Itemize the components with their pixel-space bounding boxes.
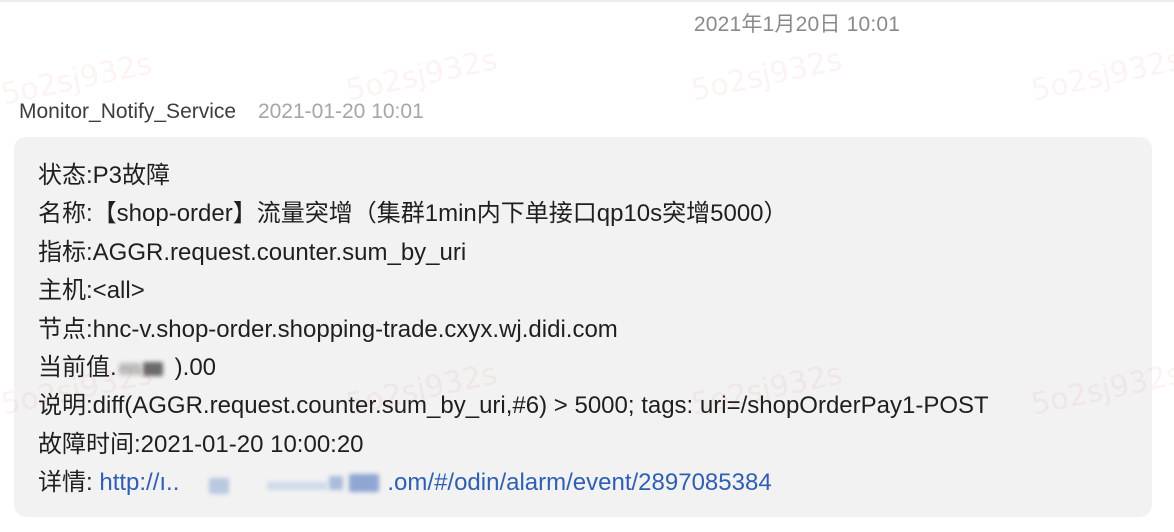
description-line: 说明:diff(AGGR.request.counter.sum_by_uri,… [38,387,1152,425]
detail-line: 详情: http://ı.. .om/#/odin/alarm/event/289… [38,464,1152,502]
node-line: 节点:hnc-v.shop-order.shopping-trade.cxyx.… [38,311,1152,349]
current-value-label: 当前值. [38,354,117,382]
node-value: hnc-v.shop-order.shopping-trade.cxyx.wj.… [92,315,618,343]
detail-link-end[interactable]: .om/#/odin/alarm/event/2897085384 [387,469,771,496]
fault-time-line: 故障时间:2021-01-20 10:00:20 [38,426,1152,464]
description-value: diff(AGGR.request.counter.sum_by_uri,#6)… [92,392,989,420]
sender-row: Monitor_Notify_Service 2021-01-20 10:01 [19,100,424,124]
top-divider [0,0,1174,2]
host-line: 主机:<all> [38,272,1152,310]
detail-link-start[interactable]: http://ı.. [99,469,179,496]
redacted-link-blur [179,472,387,496]
node-label: 节点: [38,315,93,343]
date-header: 2021年1月20日 10:01 [693,13,901,36]
name-line: 名称:【shop-order】流量突增（集群1min内下单接口qp10s突增50… [38,195,1152,233]
status-value: P3故障 [92,162,171,189]
host-label: 主机: [38,277,93,305]
description-label: 说明: [38,392,93,420]
metric-line: 指标:AGGR.request.counter.sum_by_uri [38,234,1152,272]
host-value: <all> [92,277,145,305]
current-value-visible: ).00 [174,354,217,382]
metric-value: AGGR.request.counter.sum_by_uri [92,238,467,266]
status-label: 状态: [38,162,93,189]
message-bubble[interactable]: 状态:P3故障 名称:【shop-order】流量突增（集群1min内下单接口q… [14,137,1152,517]
watermark: 5o2sj932s [688,42,846,109]
status-line: 状态:P3故障 [38,157,1152,195]
sender-name[interactable]: Monitor_Notify_Service [19,100,236,123]
message-timestamp: 2021-01-20 10:01 [257,100,424,123]
name-label: 名称: [38,200,93,228]
watermark: 5o2sj932s [1028,42,1174,109]
name-value: 【shop-order】流量突增（集群1min内下单接口qp10s突增5000） [92,200,788,228]
redacted-value-blur [117,359,175,379]
fault-time-value: 2021-01-20 10:00:20 [140,430,364,458]
fault-time-label: 故障时间: [38,430,141,458]
metric-label: 指标: [38,238,93,266]
watermark: 5o2sj932s [343,42,501,109]
detail-label: 详情: [38,469,93,497]
current-value-line: 当前值. ).00 [38,349,1152,387]
